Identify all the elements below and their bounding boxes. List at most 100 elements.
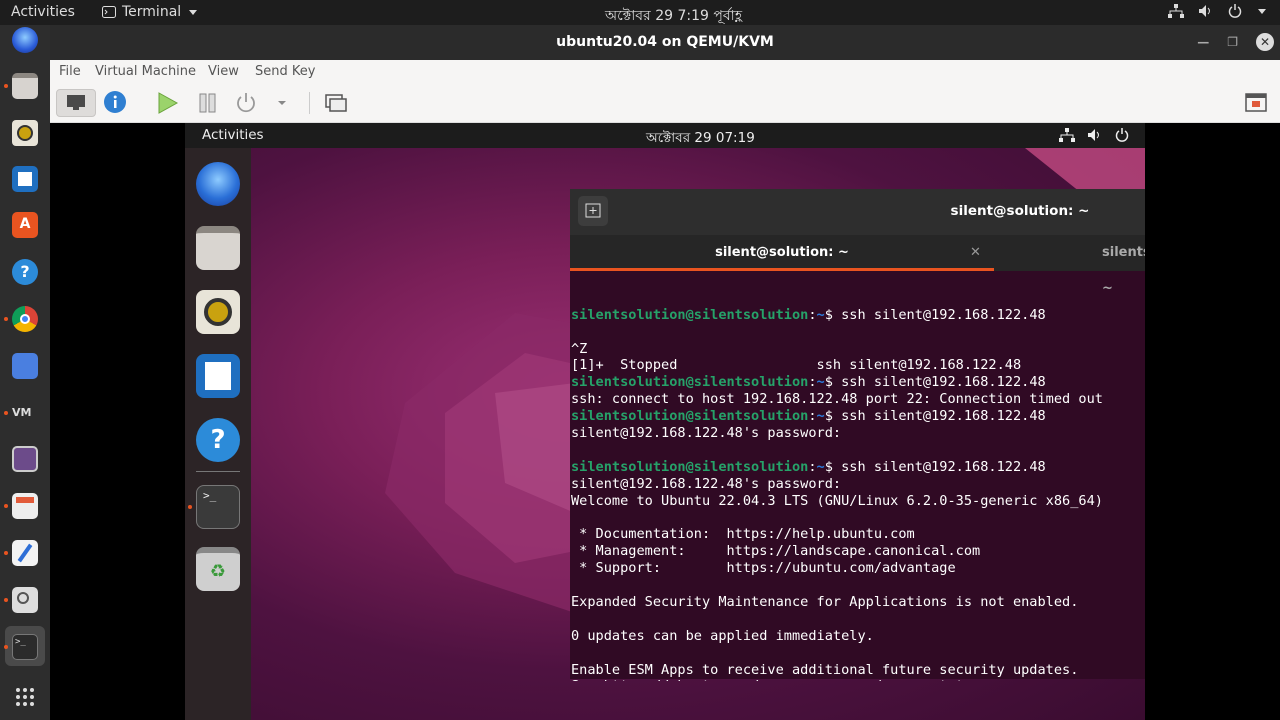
thunderbird-icon[interactable] xyxy=(12,27,38,53)
virt-manager-icon[interactable]: VM xyxy=(12,400,38,426)
prompt-user: silentsolution@silentsolution xyxy=(571,306,809,323)
prompt-path: ~ xyxy=(816,306,825,323)
guest-display[interactable]: Activities অক্টোবর 29 07:19 ? >_ ♻ silen… xyxy=(50,123,1280,720)
vm-toolbar xyxy=(50,84,1280,123)
help-icon[interactable]: ? xyxy=(12,259,38,285)
terminal-header-bar[interactable]: silent@solution: ~ xyxy=(570,189,1145,235)
guest-terminal-window[interactable]: silent@solution: ~ silent@solution: ~ ✕ … xyxy=(570,189,1145,681)
image-viewer-icon[interactable] xyxy=(12,587,38,613)
output-text: Expanded Security Maintenance for Applic… xyxy=(571,593,1079,610)
menu-view[interactable]: View xyxy=(208,64,239,79)
output-text: ^Z xyxy=(571,340,588,357)
run-button[interactable] xyxy=(151,89,183,117)
network-icon xyxy=(1059,128,1075,142)
running-indicator xyxy=(4,551,8,555)
shutdown-button[interactable] xyxy=(230,89,262,117)
guest-clock[interactable]: অক্টোবর 29 07:19 xyxy=(646,127,755,150)
rhythmbox-icon[interactable] xyxy=(12,120,38,146)
chrome-icon[interactable] xyxy=(12,306,38,332)
vm-title-bar[interactable]: ubuntu20.04 on QEMU/KVM — ❐ ✕ xyxy=(50,25,1280,60)
output-text: See https://ubuntu.com/esm or run: sudo … xyxy=(571,678,980,681)
files-icon[interactable] xyxy=(196,226,240,270)
prompt-user: silentsolution@silentsolution xyxy=(571,374,809,391)
output-text: * Support: https://ubuntu.com/advantage xyxy=(571,560,956,577)
terminal-tab-inactive[interactable]: silentsolution@silentsolution: ~ xyxy=(1102,235,1145,296)
terminal-tab-bar: silent@solution: ~ ✕ silentsolution@sile… xyxy=(570,235,1145,296)
show-applications-icon[interactable] xyxy=(15,687,35,707)
software-icon[interactable]: A xyxy=(12,212,38,238)
fullscreen-icon xyxy=(1245,93,1267,112)
writer-icon[interactable] xyxy=(12,166,38,192)
show-console-button[interactable] xyxy=(56,89,96,117)
video-icon[interactable] xyxy=(12,446,38,472)
minimize-icon[interactable]: — xyxy=(1197,35,1209,49)
shutdown-menu-button[interactable] xyxy=(272,89,292,117)
terminal-line: silentsolution@silentsolution:~$ ssh sil… xyxy=(570,459,1145,476)
terminal-line: silentsolution@silentsolution:~$ ssh sil… xyxy=(570,374,1145,391)
terminal-tab-active[interactable]: silent@solution: ~ xyxy=(570,235,994,271)
command-text: $ ssh silent@192.168.122.48 xyxy=(824,374,1046,391)
snapshots-button[interactable] xyxy=(320,89,352,117)
prompt-colon: : xyxy=(808,408,817,425)
window-controls: — ❐ ✕ xyxy=(1197,33,1274,51)
volume-icon xyxy=(1199,5,1210,17)
monitor-icon xyxy=(67,95,85,110)
close-tab-icon[interactable]: ✕ xyxy=(970,245,981,260)
prompt-colon: : xyxy=(808,458,817,475)
close-icon[interactable]: ✕ xyxy=(1256,33,1274,51)
terminal-line: ssh: connect to host 192.168.122.48 port… xyxy=(570,391,1145,408)
thunderbird-icon[interactable] xyxy=(196,162,240,206)
files-icon[interactable] xyxy=(12,73,38,99)
menu-send-key[interactable]: Send Key xyxy=(255,64,315,79)
guest-top-bar: Activities অক্টোবর 29 07:19 xyxy=(185,123,1145,148)
terminal-line: Enable ESM Apps to receive additional fu… xyxy=(570,662,1145,679)
play-icon xyxy=(158,92,179,114)
power-icon xyxy=(237,93,255,113)
toolbar-divider xyxy=(309,92,310,114)
terminal-line: ^Z xyxy=(570,341,1145,358)
chevron-down-icon xyxy=(1258,9,1266,14)
prompt-user: silentsolution@silentsolution xyxy=(571,408,809,425)
host-app-menu-label: Terminal xyxy=(122,4,182,20)
menu-file[interactable]: File xyxy=(59,64,81,79)
host-top-bar: Activities Terminal অক্টোবর 29 7:19 পূর্… xyxy=(0,0,1280,25)
output-text: silent@192.168.122.48's password: xyxy=(571,475,842,492)
guest-system-tray[interactable] xyxy=(1059,128,1129,142)
vm-menu-bar: File Virtual Machine View Send Key xyxy=(50,60,1280,84)
command-text: $ ssh silent@192.168.122.48 xyxy=(824,408,1046,425)
output-text: * Management: https://landscape.canonica… xyxy=(571,543,981,560)
guest-activities-button[interactable]: Activities xyxy=(202,127,264,143)
terminal-icon[interactable]: >_ xyxy=(12,634,38,660)
terminal-line: 0 updates can be applied immediately. xyxy=(570,628,1145,645)
menu-virtual-machine[interactable]: Virtual Machine xyxy=(95,64,196,79)
terminal-line: * Support: https://ubuntu.com/advantage xyxy=(570,560,1145,577)
prompt-path: ~ xyxy=(816,374,825,391)
prompt-user: silentsolution@silentsolution xyxy=(571,458,809,475)
text-editor-icon[interactable] xyxy=(12,540,38,566)
host-system-tray[interactable] xyxy=(1168,4,1266,18)
document-viewer-icon[interactable] xyxy=(12,493,38,519)
host-app-menu[interactable]: Terminal xyxy=(102,4,198,20)
running-indicator xyxy=(188,505,192,509)
pause-button[interactable] xyxy=(192,89,224,117)
help-icon[interactable]: ? xyxy=(196,418,240,462)
details-button[interactable] xyxy=(100,89,132,117)
terminal-lines: silentsolution@silentsolution:~$ ssh sil… xyxy=(570,307,1145,681)
host-activities-button[interactable]: Activities xyxy=(11,4,75,20)
terminal-line: See https://ubuntu.com/esm or run: sudo … xyxy=(570,678,1145,681)
writer-icon[interactable] xyxy=(196,354,240,398)
guest-desktop[interactable]: Activities অক্টোবর 29 07:19 ? >_ ♻ silen… xyxy=(185,123,1145,720)
fullscreen-button[interactable] xyxy=(1240,89,1272,117)
screenshot-icon[interactable] xyxy=(12,353,38,379)
trash-icon[interactable]: ♻ xyxy=(196,547,240,591)
output-text: Welcome to Ubuntu 22.04.3 LTS (GNU/Linux… xyxy=(571,492,1103,509)
output-text: ssh: connect to host 192.168.122.48 port… xyxy=(571,391,1103,408)
rhythmbox-icon[interactable] xyxy=(196,290,240,334)
restore-icon[interactable]: ❐ xyxy=(1227,35,1238,49)
terminal-output[interactable]: silentsolution@silentsolution:~$ ssh sil… xyxy=(570,271,1145,681)
terminal-icon[interactable]: >_ xyxy=(196,485,240,529)
